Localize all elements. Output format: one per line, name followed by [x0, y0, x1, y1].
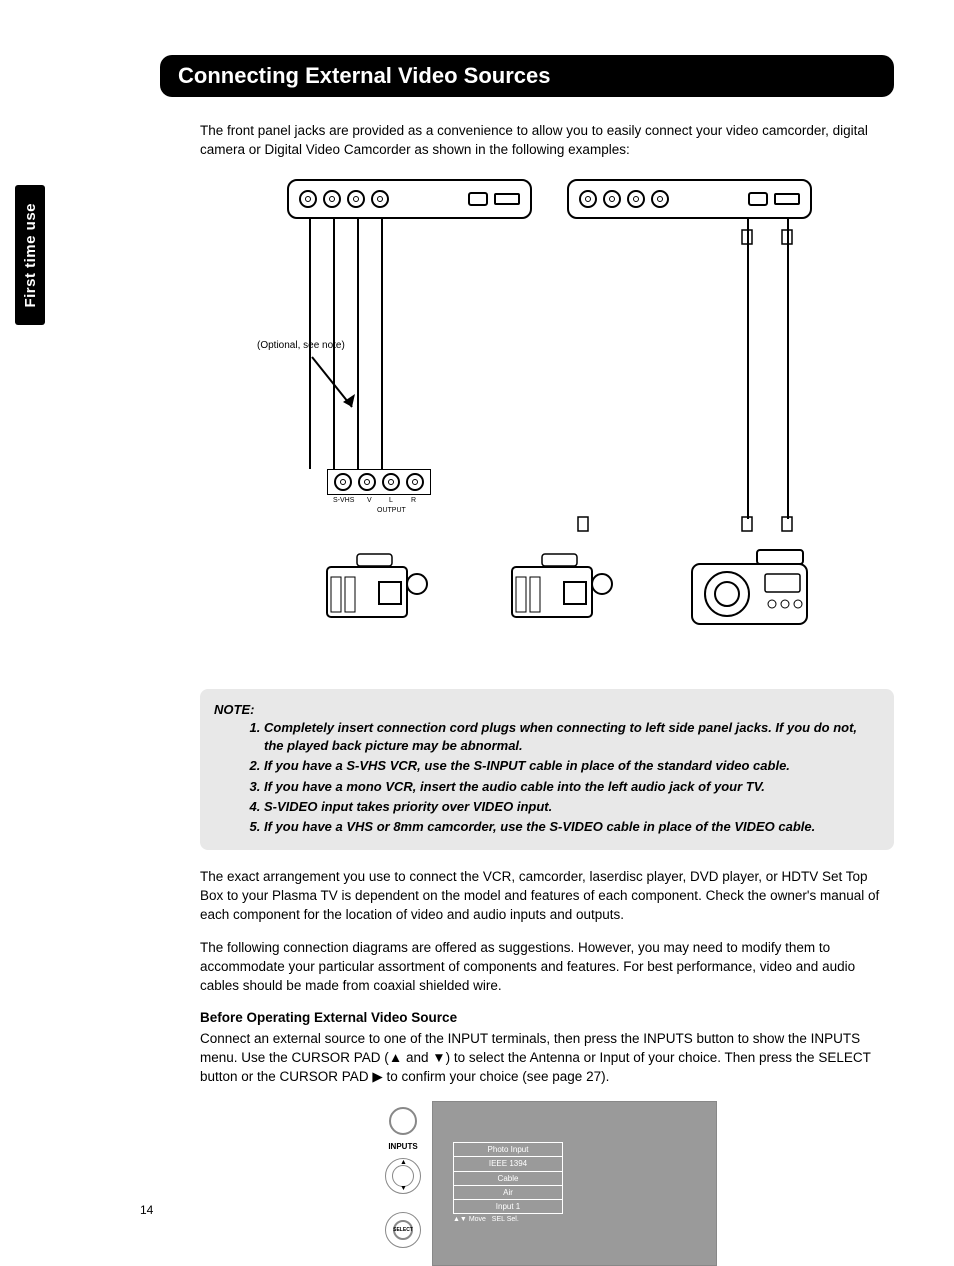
- menu-item: Input 1: [453, 1199, 563, 1214]
- cursor-pad-icon: ▲ ▼: [385, 1158, 421, 1194]
- r-label: R: [411, 496, 416, 506]
- intro-paragraph: The front panel jacks are provided as a …: [200, 122, 894, 160]
- jack-icon: [358, 473, 376, 491]
- text: and: [402, 1050, 432, 1065]
- paragraph: The following connection diagrams are of…: [200, 939, 894, 996]
- note-item: Completely insert connection cord plugs …: [264, 719, 880, 755]
- note-item: S-VIDEO input takes priority over VIDEO …: [264, 798, 880, 816]
- jack-icon: [627, 190, 645, 208]
- note-item: If you have a S-VHS VCR, use the S-INPUT…: [264, 757, 880, 775]
- cable-line: [357, 219, 359, 469]
- tv-front-panel-left: [287, 179, 532, 219]
- connector-icon: [739, 516, 755, 532]
- jack-icon: [651, 190, 669, 208]
- footer-sel: SEL Sel.: [492, 1216, 519, 1223]
- triangle-up-icon: ▲: [389, 1050, 402, 1065]
- jack-icon: [347, 190, 365, 208]
- page-number: 14: [140, 1203, 153, 1217]
- jack-icon: [334, 473, 352, 491]
- connector-icon: [779, 229, 795, 245]
- jack-icon: [371, 190, 389, 208]
- tv-screen: Photo Input IEEE 1394 Cable Air Input 1 …: [432, 1101, 717, 1266]
- output-label: OUTPUT: [377, 506, 406, 516]
- select-pad-icon: SELECT: [385, 1212, 421, 1248]
- jack-icon: [406, 473, 424, 491]
- v-label: V: [367, 496, 372, 506]
- menu-item: Cable: [453, 1171, 563, 1186]
- tv-front-panel-right: [567, 179, 812, 219]
- note-label: NOTE:: [214, 702, 254, 717]
- note-box: NOTE: Completely insert connection cord …: [200, 689, 894, 850]
- port-icon: [468, 192, 488, 206]
- down-arrow-icon: ▼: [400, 1184, 407, 1194]
- section-tab: First time use: [15, 185, 45, 325]
- jack-icon: [382, 473, 400, 491]
- inputs-button-icon: [389, 1107, 417, 1135]
- paragraph: Connect an external source to one of the…: [200, 1030, 894, 1087]
- jack-icon: [323, 190, 341, 208]
- page-title: Connecting External Video Sources: [178, 63, 550, 88]
- camcorder-output-panel: [327, 469, 431, 495]
- footer-move: Move: [469, 1216, 486, 1223]
- text: to confirm your choice (see page 27).: [383, 1069, 610, 1084]
- note-item: If you have a mono VCR, insert the audio…: [264, 778, 880, 796]
- osd-illustration: INPUTS ▲ ▼ SELECT Photo Input IEEE 1394 …: [377, 1101, 717, 1266]
- inputs-menu: Photo Input IEEE 1394 Cable Air Input 1 …: [453, 1142, 563, 1225]
- cable-line: [747, 219, 749, 519]
- triangle-down-icon: ▼: [432, 1050, 445, 1065]
- connection-diagram: (Optional, see note) S-VHS V L R OUTPUT: [277, 174, 817, 664]
- jack-icon: [299, 190, 317, 208]
- menu-footer: ▲▼ Move SEL Sel.: [453, 1213, 563, 1225]
- triangle-right-icon: ▶: [372, 1069, 382, 1084]
- camcorder-icon: [317, 552, 437, 627]
- svhs-label: S-VHS: [333, 496, 354, 506]
- port-icon: [494, 193, 520, 205]
- camcorder-icon: [502, 552, 622, 627]
- jack-icon: [603, 190, 621, 208]
- menu-item: Photo Input: [453, 1142, 563, 1157]
- page-title-bar: Connecting External Video Sources: [160, 55, 894, 97]
- connector-icon: [739, 229, 755, 245]
- paragraph: The exact arrangement you use to connect…: [200, 868, 894, 925]
- select-label: SELECT: [393, 1227, 413, 1234]
- digital-camera-icon: [687, 544, 817, 634]
- connector-icon: [779, 516, 795, 532]
- subheading: Before Operating External Video Source: [200, 1009, 894, 1028]
- up-arrow-icon: ▲: [400, 1158, 407, 1168]
- port-icon: [748, 192, 768, 206]
- inputs-button-label: INPUTS: [388, 1141, 417, 1152]
- optional-note-label: (Optional, see note): [257, 339, 345, 353]
- remote-buttons: INPUTS ▲ ▼ SELECT: [377, 1101, 429, 1266]
- menu-item: Air: [453, 1185, 563, 1200]
- note-list: Completely insert connection cord plugs …: [264, 719, 880, 836]
- select-button-icon: SELECT: [393, 1220, 413, 1240]
- cable-line: [381, 219, 383, 469]
- port-icon: [774, 193, 800, 205]
- jack-icon: [579, 190, 597, 208]
- menu-item: IEEE 1394: [453, 1156, 563, 1171]
- arrow-icon: ▲▼: [453, 1216, 467, 1223]
- connector-icon: [575, 516, 591, 532]
- l-label: L: [389, 496, 393, 506]
- arrow-icon: [307, 352, 367, 422]
- cable-line: [787, 219, 789, 519]
- note-item: If you have a VHS or 8mm camcorder, use …: [264, 818, 880, 836]
- section-tab-label: First time use: [22, 203, 39, 308]
